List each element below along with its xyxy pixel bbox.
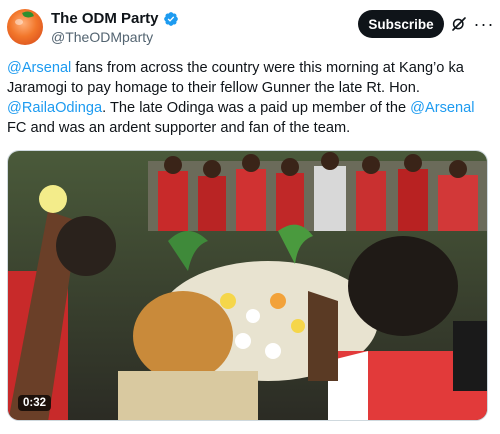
author-avatar[interactable] (7, 9, 43, 45)
more-options-icon[interactable]: ··· (473, 13, 495, 35)
tweet-text-segment: . The late Odinga was a paid up member o… (102, 100, 411, 116)
tweet-text: @Arsenal fans from across the country we… (7, 58, 495, 138)
mention-link[interactable]: @Arsenal (7, 60, 71, 76)
mention-link[interactable]: @RailaOdinga (7, 100, 102, 116)
subscribe-button[interactable]: Subscribe (358, 10, 444, 38)
mention-link[interactable]: @Arsenal (410, 100, 474, 116)
crowd (148, 152, 487, 231)
grok-icon[interactable] (450, 15, 468, 33)
author-display-name[interactable]: The ODM Party (51, 10, 159, 27)
author-name-row: The ODM Party (51, 10, 179, 27)
tweet-text-segment: FC and was an ardent supporter and fan o… (7, 120, 351, 136)
video-thumbnail (8, 151, 487, 420)
tweet-text-segment: fans from across the country were this m… (7, 60, 464, 96)
leaf-icon (22, 9, 34, 20)
tweet-video[interactable]: 0:32 (7, 150, 488, 421)
verified-badge-icon (163, 11, 178, 26)
tweet-card: The ODM Party @TheODMparty Subscribe ···… (0, 0, 500, 434)
author-handle[interactable]: @TheODMparty (51, 29, 153, 45)
video-duration: 0:32 (18, 395, 52, 411)
